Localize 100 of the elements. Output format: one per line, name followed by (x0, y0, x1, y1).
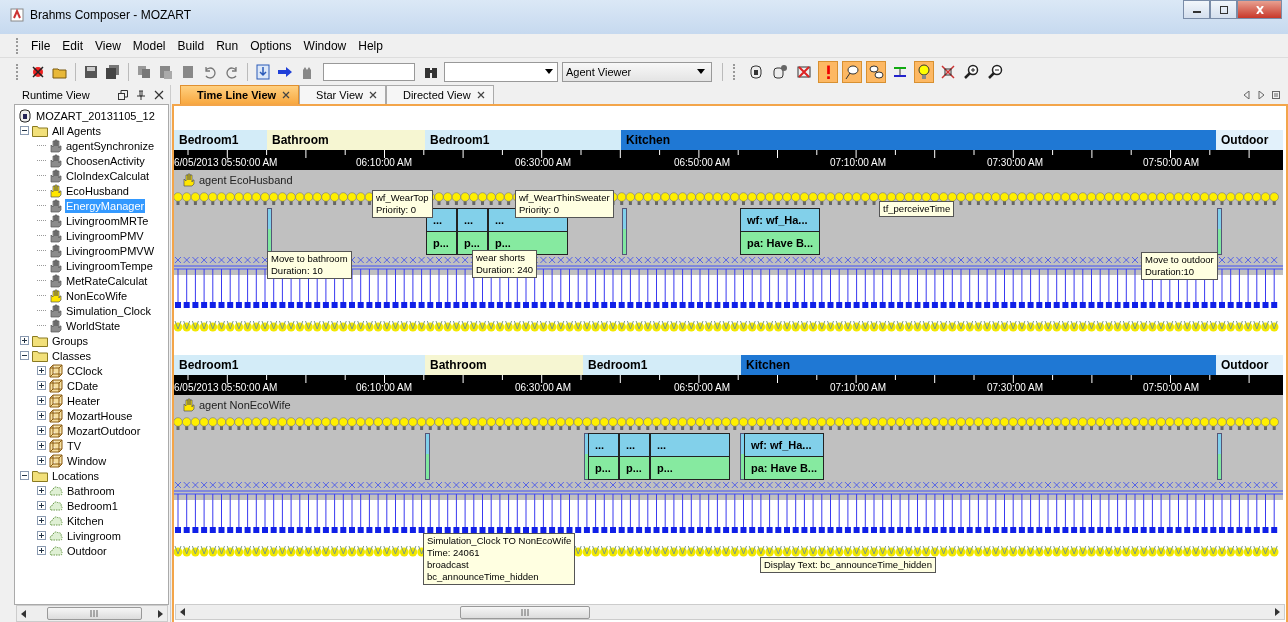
activity-marker[interactable] (1217, 433, 1222, 480)
tree-item[interactable]: Locations (51, 468, 101, 483)
download-icon[interactable] (255, 63, 271, 80)
tree-item[interactable]: LivingroomPMVW (65, 243, 156, 258)
pin-icon[interactable] (136, 89, 146, 100)
tree-item[interactable]: LivingroomMRTe (65, 213, 150, 228)
tree-item[interactable]: Bathroom (66, 483, 116, 498)
expander-icon[interactable] (37, 546, 46, 555)
activity-marker[interactable] (1217, 208, 1222, 255)
scroll-left-icon[interactable] (180, 608, 186, 616)
activity-marker[interactable] (622, 208, 627, 255)
excl-toggle[interactable] (818, 60, 838, 83)
tree-item[interactable]: MOZART_20131105_12 (35, 108, 156, 123)
save-icon[interactable] (83, 63, 99, 80)
workframe-cell[interactable]: ... (651, 434, 729, 457)
expander-icon[interactable] (37, 486, 46, 495)
menu-item[interactable]: Window (297, 36, 353, 55)
tree-item[interactable]: Outdoor (66, 543, 108, 558)
paste-icon[interactable] (158, 63, 174, 80)
bubbles-toggle[interactable] (866, 60, 886, 83)
workframe-cell[interactable]: ... (620, 434, 649, 457)
expander-icon[interactable] (37, 396, 46, 405)
expander-icon[interactable] (20, 351, 29, 360)
close-icon[interactable] (476, 91, 485, 99)
tree-item[interactable]: CClock (66, 363, 104, 378)
expander-icon[interactable] (37, 456, 46, 465)
grip-icon[interactable] (90, 610, 99, 617)
tree-item[interactable]: MozartHouse (66, 408, 134, 423)
maximize-button[interactable] (1210, 0, 1237, 19)
restore-icon[interactable] (118, 89, 128, 100)
tree-item[interactable]: CDate (66, 378, 100, 393)
horizontal-scrollbar[interactable] (16, 605, 168, 622)
tree-item[interactable]: Kitchen (66, 513, 105, 528)
tree-item[interactable]: All Agents (51, 123, 102, 138)
activity-cell[interactable]: p... (427, 232, 456, 254)
menu-item[interactable]: Edit (56, 36, 90, 55)
bulb-toggle[interactable] (914, 60, 934, 83)
menu-item[interactable]: Run (210, 36, 245, 55)
close-icon[interactable] (368, 91, 377, 99)
tab[interactable]: Time Line View (180, 85, 300, 104)
tree-item[interactable]: MozartOutdoor (66, 423, 142, 438)
expander-icon[interactable] (20, 471, 29, 480)
expander-icon[interactable] (20, 126, 29, 135)
tree-item[interactable]: EcoHusband (65, 183, 130, 198)
activity-marker[interactable] (425, 433, 430, 480)
copy-icon[interactable] (136, 63, 152, 80)
expander-icon[interactable] (37, 381, 46, 390)
text-field[interactable] (323, 62, 415, 81)
expander-icon[interactable] (37, 441, 46, 450)
menu-item[interactable]: Help (352, 36, 389, 55)
viewer-select[interactable]: Agent Viewer (562, 61, 712, 82)
minimize-button[interactable] (1183, 0, 1210, 19)
horizontal-scrollbar[interactable] (175, 604, 1285, 620)
tree-item[interactable]: Simulation_Clock (65, 303, 152, 318)
workframe-cell[interactable]: ... (458, 209, 487, 232)
activity-cell[interactable]: p... (458, 232, 487, 254)
close-icon[interactable] (154, 89, 164, 100)
activity-cell[interactable]: pa: Have B... (741, 232, 819, 254)
expander-icon[interactable] (20, 336, 29, 345)
tree-item[interactable]: Livingroom (66, 528, 122, 543)
tree-item[interactable]: Groups (51, 333, 90, 348)
combo-field[interactable] (444, 61, 558, 82)
tree-item[interactable]: Window (66, 453, 108, 468)
bubble-toggle[interactable] (842, 60, 862, 83)
list-icon[interactable] (1272, 91, 1280, 99)
activity-cell[interactable]: p... (651, 457, 729, 479)
tree-item[interactable]: ChoosenActivity (65, 153, 146, 168)
tree-item[interactable]: LivingroomPMV (65, 228, 145, 243)
new-icon[interactable] (30, 63, 46, 80)
tree-item[interactable]: agentSynchronize (65, 138, 156, 153)
menu-item[interactable]: View (89, 36, 127, 55)
workframe-cell[interactable]: wf: wf_Ha... (741, 209, 819, 232)
tree-item[interactable]: Classes (51, 348, 93, 363)
delete-icon[interactable] (180, 63, 196, 80)
scroll-right-icon[interactable] (157, 609, 163, 618)
expander-icon[interactable] (37, 411, 46, 420)
menu-item[interactable]: File (25, 36, 57, 55)
expander-icon[interactable] (37, 516, 46, 525)
workframe-cell[interactable]: ... (589, 434, 618, 457)
expander-icon[interactable] (37, 426, 46, 435)
tab[interactable]: Directed View (385, 85, 494, 104)
tree-item[interactable]: Heater (66, 393, 102, 408)
expander-icon[interactable] (37, 501, 46, 510)
activity-cell[interactable]: p... (589, 457, 618, 479)
tree-item[interactable]: CloIndexCalculat (65, 168, 151, 183)
tree-item[interactable]: Bedroom1 (66, 498, 119, 513)
saveall-icon[interactable] (105, 63, 121, 80)
menu-item[interactable]: Options (244, 36, 298, 55)
tree-item[interactable]: MetRateCalculat (65, 273, 149, 288)
workframe-cell[interactable]: wf: wf_Ha... (745, 434, 823, 457)
scroll-right-icon[interactable] (1274, 608, 1280, 616)
scroll-left-icon[interactable] (21, 609, 27, 618)
grip-icon[interactable] (520, 608, 530, 616)
close-icon[interactable] (282, 91, 291, 99)
tree-item[interactable]: WorldState (65, 318, 122, 333)
menu-item[interactable]: Build (171, 36, 211, 55)
menu-item[interactable]: Model (126, 36, 172, 55)
expander-icon[interactable] (37, 531, 46, 540)
activity-cell[interactable]: pa: Have B... (745, 457, 823, 479)
workframe-cell[interactable]: ... (427, 209, 456, 232)
